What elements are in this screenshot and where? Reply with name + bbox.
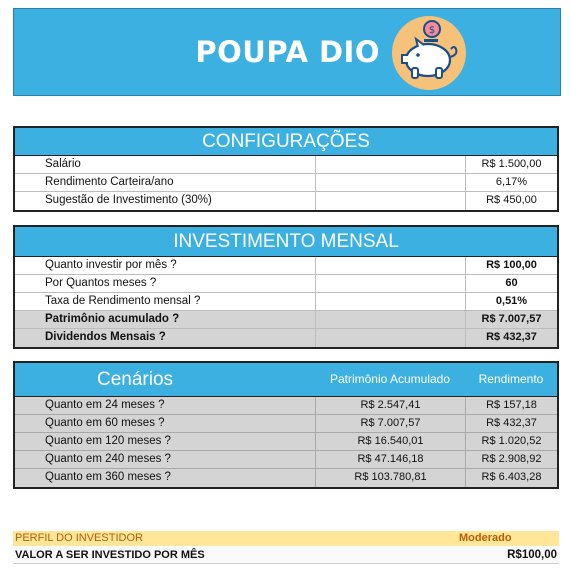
row-label: Quanto em 120 meses ?	[45, 435, 171, 447]
row-label: Quanto em 60 meses ?	[45, 417, 165, 429]
row-label: Taxa de Rendimento mensal ?	[45, 295, 201, 307]
table-row: Quanto em 120 meses ? R$ 16.540,01 R$ 1.…	[15, 433, 557, 451]
row-label: Quanto em 360 meses ?	[45, 471, 171, 483]
col-header-rendimento: Rendimento	[478, 372, 544, 386]
row-label: Salário	[45, 158, 81, 170]
monthly-invest-value[interactable]: R$100,00	[457, 547, 559, 563]
patrimonio-cell[interactable]: R$ 7.007,57	[315, 415, 465, 432]
patrimonio-cell[interactable]: R$ 16.540,01	[315, 433, 465, 450]
table-row: Quanto investir por mês ? R$ 100,00	[15, 257, 557, 275]
row-label: Rendimento Carteira/ano	[45, 176, 174, 188]
monthly-title: INVESTIMENTO MENSAL	[15, 227, 557, 257]
row-value[interactable]: 6,17%	[465, 174, 557, 191]
row-label: Por Quantos meses ?	[45, 277, 157, 289]
table-row: Quanto em 24 meses ? R$ 2.547,41 R$ 157,…	[15, 397, 557, 415]
table-row: Quanto em 60 meses ? R$ 7.007,57 R$ 432,…	[15, 415, 557, 433]
table-row: Dividendos Mensais ? R$ 432,37	[15, 329, 557, 347]
table-row: Quanto em 360 meses ? R$ 103.780,81 R$ 6…	[15, 469, 557, 487]
rendimento-cell[interactable]: R$ 2.908,92	[465, 451, 557, 468]
row-value[interactable]: R$ 450,00	[465, 192, 557, 210]
monthly-invest-row: VALOR A SER INVESTIDO POR MÊS R$100,00	[13, 547, 559, 564]
piggy-bank-coin-icon: $	[392, 16, 466, 90]
config-title: CONFIGURAÇÕES	[15, 128, 557, 156]
row-label: Quanto em 24 meses ?	[45, 399, 165, 411]
investor-profile-label: PERFIL DO INVESTIDOR	[15, 532, 143, 544]
table-row: Rendimento Carteira/ano 6,17%	[15, 174, 557, 192]
patrimonio-cell[interactable]: R$ 47.146,18	[315, 451, 465, 468]
table-row: Patrimônio acumulado ? R$ 7.007,57	[15, 311, 557, 329]
col-header-patrimonio: Patrimônio Acumulado	[329, 372, 451, 386]
investor-profile-value[interactable]: Moderado	[459, 531, 559, 546]
row-label: Sugestão de Investimento (30%)	[45, 194, 212, 206]
scenarios-title: Cenários	[96, 369, 174, 390]
rendimento-cell[interactable]: R$ 1.020,52	[465, 433, 557, 450]
patrimonio-cell[interactable]: R$ 2.547,41	[315, 397, 465, 414]
table-row: Quanto em 240 meses ? R$ 47.146,18 R$ 2.…	[15, 451, 557, 469]
accumulated-value[interactable]: R$ 7.007,57	[465, 311, 557, 328]
months-input[interactable]: 60	[465, 275, 557, 292]
svg-text:$: $	[429, 25, 435, 36]
patrimonio-cell[interactable]: R$ 103.780,81	[315, 469, 465, 487]
monthly-section: INVESTIMENTO MENSAL Quanto investir por …	[13, 225, 559, 349]
row-value[interactable]: R$ 1.500,00	[465, 156, 557, 173]
config-section: CONFIGURAÇÕES Salário R$ 1.500,00 Rendim…	[13, 126, 559, 212]
table-row: Taxa de Rendimento mensal ? 0,51%	[15, 293, 557, 311]
monthly-invest-label: VALOR A SER INVESTIDO POR MÊS	[15, 549, 205, 561]
app-title: POUPA DIO	[195, 35, 380, 69]
table-row: Sugestão de Investimento (30%) R$ 450,00	[15, 192, 557, 210]
rendimento-cell[interactable]: R$ 6.403,28	[465, 469, 557, 487]
invest-amount-input[interactable]: R$ 100,00	[465, 257, 557, 274]
scenarios-header: Cenários Patrimônio Acumulado Rendimento	[15, 363, 557, 397]
investor-profile-row: PERFIL DO INVESTIDOR Moderado	[13, 531, 559, 546]
row-label: Patrimônio acumulado ?	[45, 313, 180, 325]
row-label: Quanto em 240 meses ?	[45, 453, 171, 465]
row-label: Dividendos Mensais ?	[45, 331, 166, 343]
table-row: Salário R$ 1.500,00	[15, 156, 557, 174]
monthly-rate-value[interactable]: 0,51%	[465, 293, 557, 310]
rendimento-cell[interactable]: R$ 432,37	[465, 415, 557, 432]
header-banner: POUPA DIO $	[13, 8, 561, 96]
scenarios-section: Cenários Patrimônio Acumulado Rendimento…	[13, 361, 559, 489]
table-row: Por Quantos meses ? 60	[15, 275, 557, 293]
row-label: Quanto investir por mês ?	[45, 259, 177, 271]
rendimento-cell[interactable]: R$ 157,18	[465, 397, 557, 414]
dividends-value[interactable]: R$ 432,37	[465, 329, 557, 347]
